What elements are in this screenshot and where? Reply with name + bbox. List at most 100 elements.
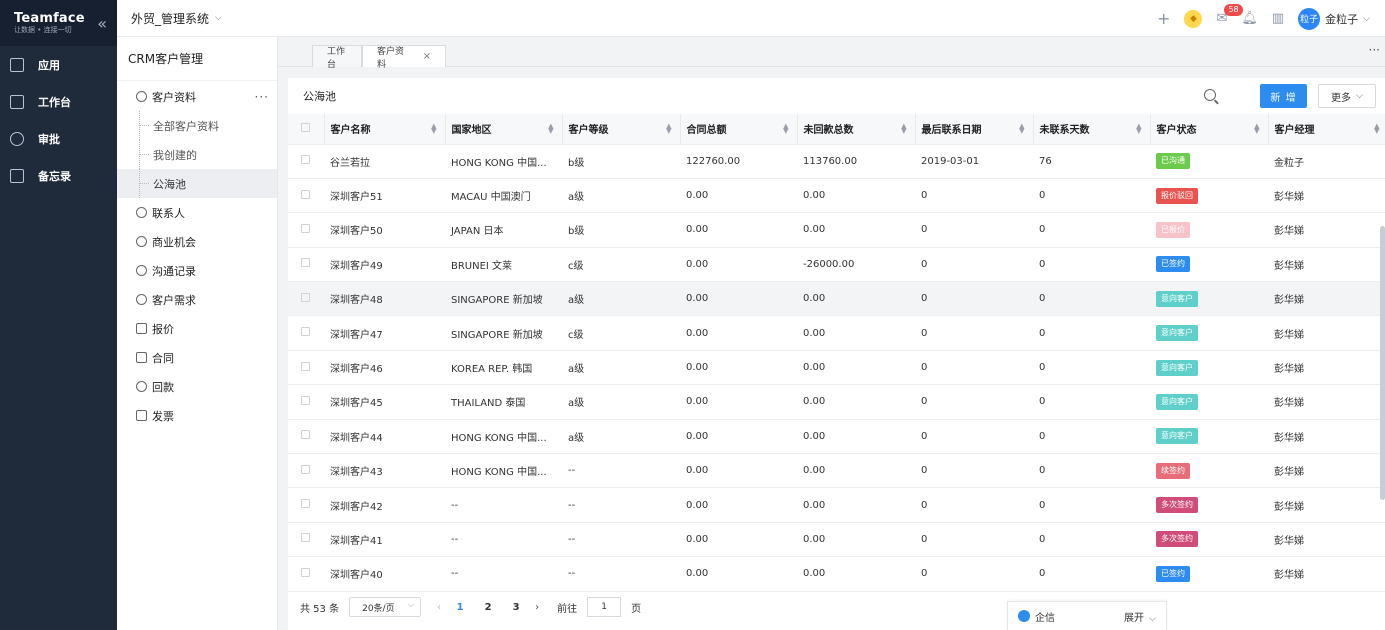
row-select-cell[interactable] bbox=[288, 453, 324, 489]
row-select-cell[interactable] bbox=[288, 144, 324, 179]
table-row[interactable]: 深圳客户50 JAPAN 日本 b级 0.00 0.00 0 0 已报价 彭华娣 bbox=[288, 212, 1385, 248]
nav-item-approval[interactable]: 审批 bbox=[0, 120, 117, 157]
more-dropdown-button[interactable]: 更多 ⌵ bbox=[1318, 84, 1376, 108]
system-switcher[interactable]: 外贸_管理系统 ⌵ bbox=[117, 10, 222, 27]
sidebar-item-invoices[interactable]: 发票 bbox=[117, 401, 277, 430]
mail-icon[interactable]: ✉ 58 bbox=[1216, 4, 1243, 26]
tabs-more-icon[interactable]: ··· bbox=[1369, 43, 1380, 57]
row-select-cell[interactable] bbox=[288, 556, 324, 592]
column-header[interactable]: 最后联系日期 ▲ ▼ bbox=[915, 114, 1034, 145]
sidebar-sub-all-customers[interactable]: 全部客户资料 bbox=[117, 111, 277, 140]
page-2[interactable]: 2 bbox=[479, 602, 497, 613]
row-checkbox[interactable] bbox=[301, 223, 310, 233]
sort-icon[interactable]: ▲ ▼ bbox=[1374, 123, 1379, 135]
row-select-cell[interactable] bbox=[288, 522, 324, 558]
next-page-icon[interactable]: › bbox=[535, 602, 539, 613]
table-row[interactable]: 深圳客户44 HONG KONG 中国... a级 0.00 0.00 0 0 意向客户 彭华娣 bbox=[288, 419, 1385, 455]
sidebar-sub-public-pool[interactable]: 公海池 bbox=[117, 169, 277, 198]
table-row[interactable]: 深圳客户47 SINGAPORE 新加坡 c级 0.00 0.00 0 0 意向客户 彭华娣 bbox=[288, 315, 1385, 351]
row-checkbox[interactable] bbox=[301, 395, 310, 405]
sort-icon[interactable]: ▲ ▼ bbox=[1254, 123, 1259, 135]
table-row[interactable]: 深圳客户40 -- -- 0.00 0.00 0 0 已签约 彭华娣 bbox=[288, 556, 1385, 592]
table-row[interactable]: 谷兰若拉 HONG KONG 中国... b级 122760.00 113760.00 2… bbox=[288, 144, 1385, 179]
search-icon[interactable] bbox=[1204, 89, 1216, 101]
vertical-scrollbar[interactable] bbox=[1380, 226, 1385, 500]
column-header[interactable]: 合同总额 ▲ ▼ bbox=[680, 114, 798, 145]
row-checkbox[interactable] bbox=[301, 361, 310, 371]
table-row[interactable]: 深圳客户45 THAILAND 泰国 a级 0.00 0.00 0 0 意向客户 彭华娣 bbox=[288, 384, 1385, 420]
bell-icon[interactable]: 🔔︎ bbox=[1241, 11, 1258, 26]
sidebar-item-payments[interactable]: 回款 bbox=[117, 372, 277, 401]
page-1[interactable]: 1 bbox=[451, 602, 469, 613]
column-header[interactable]: 未联系天数 ▲ ▼ bbox=[1033, 114, 1151, 145]
user-menu[interactable]: 粒子 金粒子 ⌵ bbox=[1298, 7, 1370, 30]
tag-icon[interactable]: ◆ bbox=[1184, 9, 1203, 28]
row-select-cell[interactable] bbox=[288, 281, 324, 317]
sidebar-item-communications[interactable]: 沟通记录 bbox=[117, 256, 277, 285]
expand-button[interactable]: 展开 ⌵ bbox=[1124, 609, 1156, 624]
more-icon[interactable]: ··· bbox=[255, 90, 269, 104]
row-select-cell[interactable] bbox=[288, 350, 324, 386]
select-all-cell[interactable] bbox=[288, 114, 325, 145]
row-select-cell[interactable] bbox=[288, 315, 324, 351]
book-icon[interactable]: ▥ bbox=[1272, 11, 1284, 26]
row-checkbox[interactable] bbox=[301, 464, 310, 474]
sidebar-item-contracts[interactable]: 合同 bbox=[117, 343, 277, 372]
sidebar-item-customers[interactable]: 客户资料 ··· bbox=[117, 82, 277, 111]
column-header[interactable]: 客户等级 ▲ ▼ bbox=[562, 114, 681, 145]
column-header[interactable]: 未回款总数 ▲ ▼ bbox=[797, 114, 916, 145]
column-header[interactable]: 客户经理 ▲ ▼ bbox=[1268, 114, 1385, 145]
sort-icon[interactable]: ▲ ▼ bbox=[783, 123, 788, 135]
close-icon[interactable]: × bbox=[423, 51, 431, 62]
row-select-cell[interactable] bbox=[288, 487, 324, 523]
row-select-cell[interactable] bbox=[288, 212, 324, 248]
prev-page-icon[interactable]: ‹ bbox=[437, 602, 441, 613]
plus-icon[interactable]: + bbox=[1157, 9, 1170, 28]
qixin-chat-bar[interactable]: 企信 展开 ⌵ bbox=[1007, 601, 1167, 630]
goto-page-input[interactable]: 1 bbox=[587, 597, 622, 617]
nav-item-apps[interactable]: 应用 bbox=[0, 46, 117, 83]
column-header[interactable]: 国家地区 ▲ ▼ bbox=[445, 114, 563, 145]
sort-icon[interactable]: ▲ ▼ bbox=[1019, 123, 1024, 135]
table-row[interactable]: 深圳客户51 MACAU 中国澳门 a级 0.00 0.00 0 0 报价驳回 彭华娣 bbox=[288, 178, 1385, 214]
column-header[interactable]: 客户名称 ▲ ▼ bbox=[324, 114, 446, 145]
row-select-cell[interactable] bbox=[288, 178, 324, 214]
column-header[interactable]: 客户状态 ▲ ▼ bbox=[1150, 114, 1269, 145]
sidebar-item-requirements[interactable]: 客户需求 bbox=[117, 285, 277, 314]
row-checkbox[interactable] bbox=[301, 567, 310, 577]
row-checkbox[interactable] bbox=[301, 292, 310, 302]
page-3[interactable]: 3 bbox=[507, 602, 525, 613]
table-row[interactable]: 深圳客户41 -- -- 0.00 0.00 0 0 多次签约 彭华娣 bbox=[288, 522, 1385, 558]
collapse-sidebar-icon[interactable]: « bbox=[97, 14, 107, 33]
row-select-cell[interactable] bbox=[288, 247, 324, 283]
table-row[interactable]: 深圳客户42 -- -- 0.00 0.00 0 0 多次签约 彭华娣 bbox=[288, 487, 1385, 523]
nav-item-memo[interactable]: 备忘录 bbox=[0, 157, 117, 194]
sort-icon[interactable]: ▲ ▼ bbox=[431, 123, 436, 135]
sort-icon[interactable]: ▲ ▼ bbox=[666, 123, 671, 135]
sidebar-item-contacts[interactable]: 联系人 bbox=[117, 198, 277, 227]
row-checkbox[interactable] bbox=[301, 499, 310, 509]
sort-icon[interactable]: ▲ ▼ bbox=[1136, 123, 1141, 135]
sort-icon[interactable]: ▲ ▼ bbox=[548, 123, 553, 135]
tab-customer-data[interactable]: 客户资料 × bbox=[362, 45, 446, 70]
table-row[interactable]: 深圳客户43 HONG KONG 中国... -- 0.00 0.00 0 0 续签约 彭华娣 bbox=[288, 453, 1385, 489]
nav-item-workbench[interactable]: 工作台 bbox=[0, 83, 117, 120]
table-row[interactable]: 深圳客户48 SINGAPORE 新加坡 a级 0.00 0.00 0 0 意向客户 彭华娣 bbox=[288, 281, 1385, 317]
sort-icon[interactable]: ▲ ▼ bbox=[901, 123, 906, 135]
sidebar-item-opportunities[interactable]: 商业机会 bbox=[117, 227, 277, 256]
row-checkbox[interactable] bbox=[301, 430, 310, 440]
sidebar-sub-created-by-me[interactable]: 我创建的 bbox=[117, 140, 277, 169]
row-checkbox[interactable] bbox=[301, 189, 310, 199]
row-select-cell[interactable] bbox=[288, 419, 324, 455]
sidebar-item-quotes[interactable]: 报价 bbox=[117, 314, 277, 343]
tab-workbench[interactable]: 工作台 bbox=[312, 45, 362, 70]
table-row[interactable]: 深圳客户49 BRUNEI 文莱 c级 0.00 -26000.00 0 0 已签约 彭华娣 bbox=[288, 247, 1385, 283]
row-checkbox[interactable] bbox=[301, 327, 310, 337]
row-select-cell[interactable] bbox=[288, 384, 324, 420]
select-all-checkbox[interactable] bbox=[301, 122, 310, 132]
row-checkbox[interactable] bbox=[301, 155, 310, 165]
page-size-select[interactable]: 20条/页 bbox=[349, 597, 422, 617]
row-checkbox[interactable] bbox=[301, 258, 310, 268]
table-row[interactable]: 深圳客户46 KOREA REP. 韩国 a级 0.00 0.00 0 0 意向客户 彭华娣 bbox=[288, 350, 1385, 386]
add-button[interactable]: 新 增 bbox=[1260, 84, 1307, 108]
